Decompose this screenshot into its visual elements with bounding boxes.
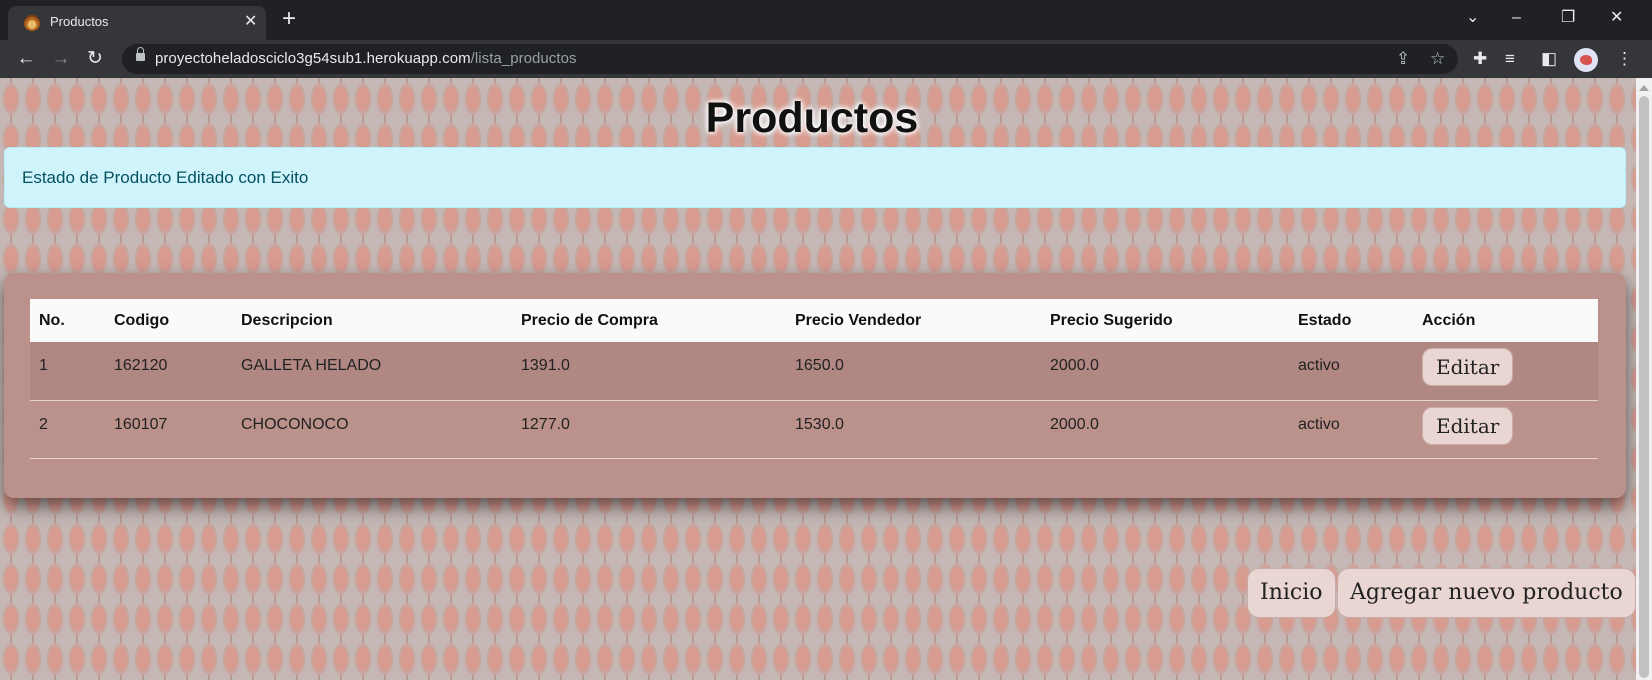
cell-accion: Editar [1413,342,1598,400]
column-header: Precio Vendedor [795,311,922,329]
edit-button[interactable]: Editar [1422,348,1514,386]
column-header: Precio Sugerido [1050,311,1173,329]
lock-icon[interactable] [136,47,145,61]
cell-estado: activo [1298,415,1340,433]
table-row: 1 162120 GALLETA HELADO 1391.0 1650.0 20… [30,342,1598,400]
browser-tab[interactable]: Productos ✕ [8,6,266,40]
column-header: Precio de Compra [521,311,658,329]
vertical-scrollbar[interactable] [1636,78,1652,680]
tab-bar: Productos ✕ + ⌄ – ❐ ✕ [0,0,1652,40]
cell-descripcion: GALLETA HELADO [241,357,382,374]
scroll-thumb[interactable] [1639,96,1649,678]
cell-codigo: 160107 [114,415,168,433]
star-icon[interactable]: ☆ [1430,48,1445,70]
page-viewport: Productos Estado de Producto Editado con… [0,78,1652,680]
profile-avatar[interactable] [1574,48,1598,72]
address-bar[interactable]: proyectoheladosciclo3g54sub1.herokuapp.c… [122,44,1458,74]
menu-icon[interactable]: ⋮ [1616,48,1633,70]
success-alert: Estado de Producto Editado con Exito [4,147,1626,208]
new-tab-button[interactable]: + [282,7,296,31]
close-window-icon[interactable]: ✕ [1610,7,1623,29]
restore-icon[interactable]: ❐ [1561,7,1575,29]
cell-descripcion: CHOCONOCO [241,415,349,433]
column-header: Descripcion [241,311,333,329]
cell-no: 1 [39,357,48,374]
scroll-up-icon[interactable] [1639,85,1649,91]
reload-icon[interactable]: ↻ [82,46,108,72]
extensions-icon[interactable]: ✚ [1473,48,1487,70]
favicon-icon [24,15,40,31]
cell-precio-sugerido: 2000.0 [1050,415,1099,433]
media-icon[interactable]: ≡ [1505,48,1515,70]
tab-close-icon[interactable]: ✕ [244,12,257,32]
page-title: Productos [705,94,919,142]
browser-toolbar: ← → ↻ proyectoheladosciclo3g54sub1.herok… [0,40,1652,78]
minimize-icon[interactable]: – [1512,7,1521,29]
products-table: No. Codigo Descripcion Precio de Compra … [30,299,1598,459]
edit-button[interactable]: Editar [1422,406,1514,445]
forward-icon[interactable]: → [48,46,74,72]
column-header: Codigo [114,311,170,329]
side-panel-icon[interactable]: ◧ [1541,48,1557,70]
url-text[interactable]: proyectoheladosciclo3g54sub1.herokuapp.c… [155,50,577,67]
table-row: 2 160107 CHOCONOCO 1277.0 1530.0 2000.0 … [30,400,1598,458]
back-icon[interactable]: ← [13,46,39,72]
products-card: No. Codigo Descripcion Precio de Compra … [4,273,1626,498]
tab-title: Productos [50,14,109,29]
add-product-button[interactable]: Agregar nuevo producto [1337,568,1636,618]
column-header: No. [39,311,65,329]
cell-estado: activo [1298,357,1340,374]
cell-codigo: 162120 [114,357,168,374]
column-header: Estado [1298,311,1352,329]
column-header: Acción [1422,311,1476,329]
tab-search-icon[interactable]: ⌄ [1466,7,1479,29]
cell-precio-vendedor: 1650.0 [795,357,844,374]
cell-accion: Editar [1413,400,1598,458]
cell-precio-compra: 1277.0 [521,415,570,433]
share-icon[interactable]: ⇪ [1396,48,1410,70]
cell-precio-sugerido: 2000.0 [1050,357,1099,374]
cell-no: 2 [39,415,48,433]
cell-precio-vendedor: 1530.0 [795,415,844,433]
table-header-row: No. Codigo Descripcion Precio de Compra … [30,299,1598,342]
cell-precio-compra: 1391.0 [521,357,570,374]
home-button[interactable]: Inicio [1247,568,1336,618]
